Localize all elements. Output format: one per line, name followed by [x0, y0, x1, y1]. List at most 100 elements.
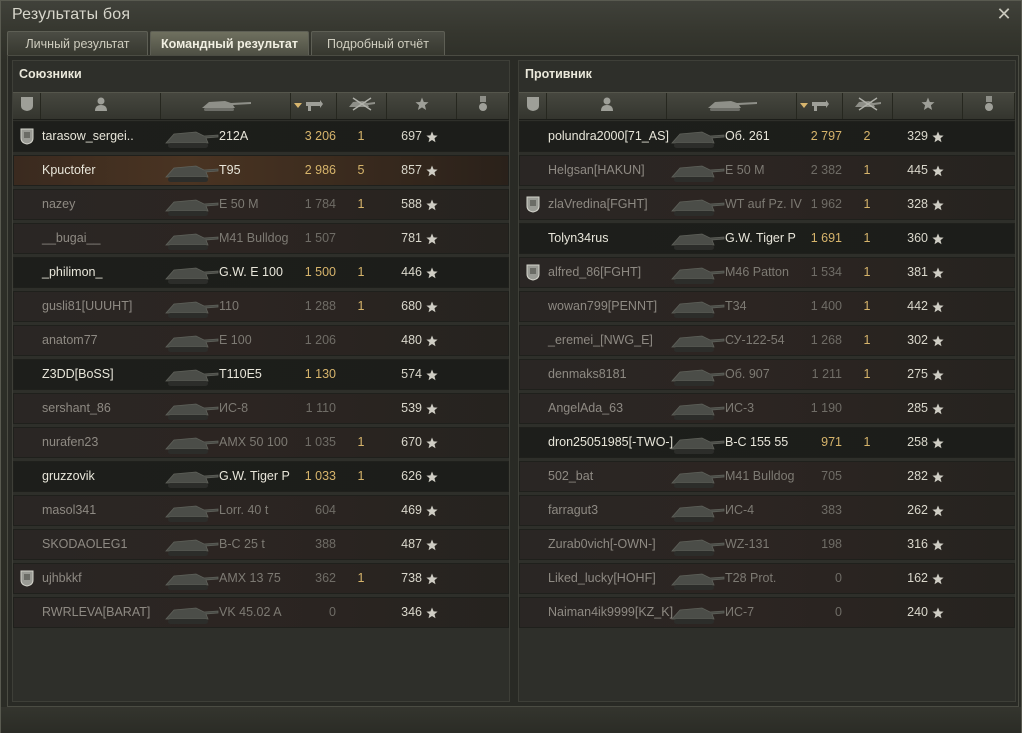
tab-team-result[interactable]: Командный результат — [150, 31, 309, 56]
tab-personal-result[interactable]: Личный результат — [7, 31, 148, 55]
player-row[interactable]: _philimon_ G.W. E 100 1 500 1 446 — [13, 257, 509, 288]
xp-value: 480 — [401, 333, 422, 347]
xp-star-icon — [426, 572, 438, 585]
kills-value: 1 — [863, 367, 871, 381]
damage-value: 198 — [821, 537, 842, 551]
player-row[interactable]: Zurab0vich[-OWN-] WZ-131 198 316 — [519, 529, 1015, 560]
player-row[interactable]: zlaVredina[FGHT] WT auf Pz. IV 1 962 1 328 — [519, 189, 1015, 220]
xp-value: 469 — [401, 503, 422, 517]
player-row[interactable]: 502_bat M41 Bulldog 705 282 — [519, 461, 1015, 492]
player-name: nurafen23 — [42, 435, 99, 449]
tank-name: AMX 50 100 — [219, 435, 288, 449]
player-row[interactable]: nurafen23 AMX 50 100 1 035 1 670 — [13, 427, 509, 458]
player-row[interactable]: anatom77 E 100 1 206 480 — [13, 325, 509, 356]
damage-value: 604 — [315, 503, 336, 517]
xp-value: 670 — [401, 435, 422, 449]
player-row[interactable]: gruzzovik G.W. Tiger P 1 033 1 626 — [13, 461, 509, 492]
damage-value: 1 500 — [304, 265, 336, 279]
player-row[interactable]: dron25051985[-TWO-] В-С 155 55 971 1 258 — [519, 427, 1015, 458]
damage-value: 1 130 — [304, 367, 336, 381]
player-name: gruzzovik — [42, 469, 95, 483]
enemies-panel: Противник polundra2000[71_AS] Об. 261 2 79… — [518, 60, 1016, 702]
player-row[interactable]: AngelAda_63 ИС-3 1 190 285 — [519, 393, 1015, 424]
player-name: AngelAda_63 — [548, 401, 624, 415]
kills-value: 1 — [863, 299, 871, 313]
enemies-tank-column-header[interactable] — [667, 93, 797, 119]
xp-value: 302 — [907, 333, 928, 347]
player-row[interactable]: alfred_86[FGHT] M46 Patton 1 534 1 381 — [519, 257, 1015, 288]
xp-star-icon — [426, 504, 438, 517]
player-row[interactable]: polundra2000[71_AS] Об. 261 2 797 2 329 — [519, 121, 1015, 152]
enemies-kills-column-header[interactable] — [843, 93, 893, 119]
badge-icon — [20, 96, 34, 117]
xp-star-icon — [932, 538, 944, 551]
player-row[interactable]: tarasow_sergei.. 212A 3 206 1 697 — [13, 121, 509, 152]
tank-icon — [668, 157, 728, 185]
damage-icon — [304, 96, 324, 117]
allies-medal-column-header[interactable] — [457, 93, 509, 119]
enemies-damage-column-header[interactable] — [797, 93, 843, 119]
player-row[interactable]: gusli81[UUUHT] 110 1 288 1 680 — [13, 291, 509, 322]
player-row[interactable]: Tolyn34rus G.W. Tiger P 1 691 1 360 — [519, 223, 1015, 254]
player-name: Zurab0vich[-OWN-] — [548, 537, 656, 551]
allies-tank-column-header[interactable] — [161, 93, 291, 119]
allies-badge-column-header[interactable] — [13, 93, 41, 119]
tank-icon — [668, 191, 728, 219]
enemies-xp-column-header[interactable] — [893, 93, 963, 119]
player-row[interactable]: denmaks8181 Об. 907 1 211 1 275 — [519, 359, 1015, 390]
tank-icon — [162, 497, 222, 525]
player-row[interactable]: Helgsan[HAKUN] E 50 M 2 382 1 445 — [519, 155, 1015, 186]
player-row[interactable]: sershant_86 ИС-8 1 110 539 — [13, 393, 509, 424]
xp-value: 588 — [401, 197, 422, 211]
allies-panel: Союзники tarasow_sergei.. 212A 3 206 1 697 Kp… — [12, 60, 510, 702]
player-row[interactable]: wowan799[PENNT] T34 1 400 1 442 — [519, 291, 1015, 322]
xp-star-icon — [426, 300, 438, 313]
enemies-title: Противник — [525, 67, 592, 81]
player-row[interactable]: Naiman4ik9999[KZ_K] ИС-7 0 240 — [519, 597, 1015, 628]
close-icon[interactable]: ✕ — [995, 5, 1013, 23]
player-row[interactable]: _eremei_[NWG_E] СУ-122-54 1 268 1 302 — [519, 325, 1015, 356]
tank-icon — [668, 463, 728, 491]
allies-xp-column-header[interactable] — [387, 93, 457, 119]
kills-value: 1 — [357, 469, 365, 483]
player-row[interactable]: __bugai__ M41 Bulldog 1 507 781 — [13, 223, 509, 254]
platoon-badge-icon — [20, 128, 34, 145]
player-name: zlaVredina[FGHT] — [548, 197, 648, 211]
enemies-player-column-header[interactable] — [547, 93, 667, 119]
tab-detailed-report[interactable]: Подробный отчёт — [311, 31, 445, 55]
xp-value: 282 — [907, 469, 928, 483]
player-row[interactable]: SKODAOLEG1 В-С 25 t 388 487 — [13, 529, 509, 560]
enemies-medal-column-header[interactable] — [963, 93, 1015, 119]
allies-kills-column-header[interactable] — [337, 93, 387, 119]
player-name: __bugai__ — [42, 231, 101, 245]
damage-value: 1 211 — [811, 367, 842, 381]
allies-damage-column-header[interactable] — [291, 93, 337, 119]
kills-value: 1 — [357, 129, 365, 143]
tank-icon — [162, 395, 222, 423]
damage-value: 0 — [835, 605, 842, 619]
enemies-badge-column-header[interactable] — [519, 93, 547, 119]
player-row[interactable]: ujhbkkf AMX 13 75 362 1 738 — [13, 563, 509, 594]
player-name: anatom77 — [42, 333, 98, 347]
tank-icon — [668, 429, 728, 457]
player-name: Helgsan[HAKUN] — [548, 163, 645, 177]
xp-value: 487 — [401, 537, 422, 551]
player-row[interactable]: masol341 Lorr. 40 t 604 469 — [13, 495, 509, 526]
allies-player-column-header[interactable] — [41, 93, 161, 119]
player-name: 502_bat — [548, 469, 594, 483]
player-name: SKODAOLEG1 — [42, 537, 128, 551]
xp-star-icon — [426, 164, 438, 177]
tank-name: 212A — [219, 129, 249, 143]
player-row[interactable]: RWRLEVA[BARAT] VK 45.02 A 0 346 — [13, 597, 509, 628]
player-row[interactable]: farragut3 ИС-4 383 262 — [519, 495, 1015, 526]
player-row[interactable]: Kpuctofer T95 2 986 5 857 — [13, 155, 509, 186]
player-name: nazey — [42, 197, 76, 211]
kills-value: 1 — [357, 197, 365, 211]
damage-value: 1 400 — [810, 299, 842, 313]
kills-value: 1 — [357, 265, 365, 279]
player-row[interactable]: Z3DD[BoSS] T110E5 1 130 574 — [13, 359, 509, 390]
player-row[interactable]: nazey E 50 M 1 784 1 588 — [13, 189, 509, 220]
damage-value: 383 — [821, 503, 842, 517]
player-row[interactable]: Liked_lucky[HOHF] T28 Prot. 0 162 — [519, 563, 1015, 594]
xp-star-icon — [932, 470, 944, 483]
